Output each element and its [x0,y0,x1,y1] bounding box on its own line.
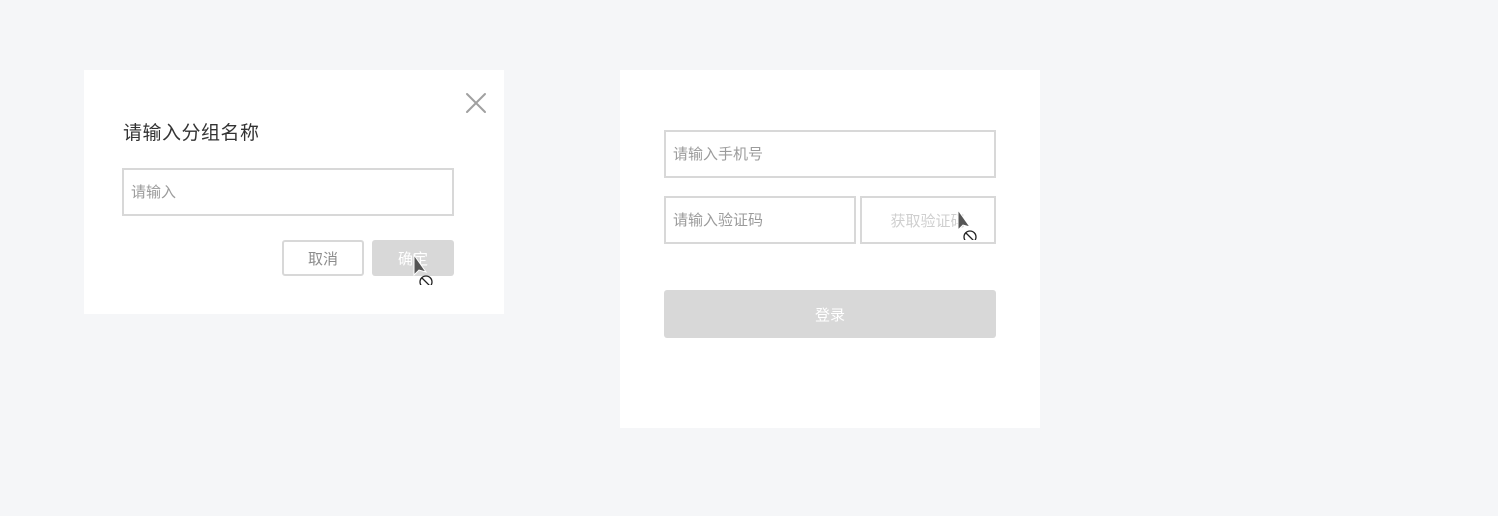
group-name-input[interactable] [124,170,452,214]
cancel-button[interactable]: 取消 [282,240,364,276]
verification-code-input[interactable] [666,198,854,242]
verification-code-field [664,196,856,244]
login-button[interactable]: 登录 [664,290,996,338]
close-icon[interactable] [464,91,488,115]
group-name-dialog: 请输入分组名称 取消 确定 [84,70,504,314]
phone-input[interactable] [666,132,994,176]
phone-field [664,130,996,178]
group-name-field [122,168,454,216]
get-code-button[interactable]: 获取验证码 [860,196,996,244]
confirm-button[interactable]: 确定 [372,240,454,276]
dialog-title: 请输入分组名称 [123,122,260,144]
login-panel: 获取验证码 登录 [620,70,1040,428]
page-canvas: 请输入分组名称 取消 确定 获取验证码 登录 [0,0,1498,516]
